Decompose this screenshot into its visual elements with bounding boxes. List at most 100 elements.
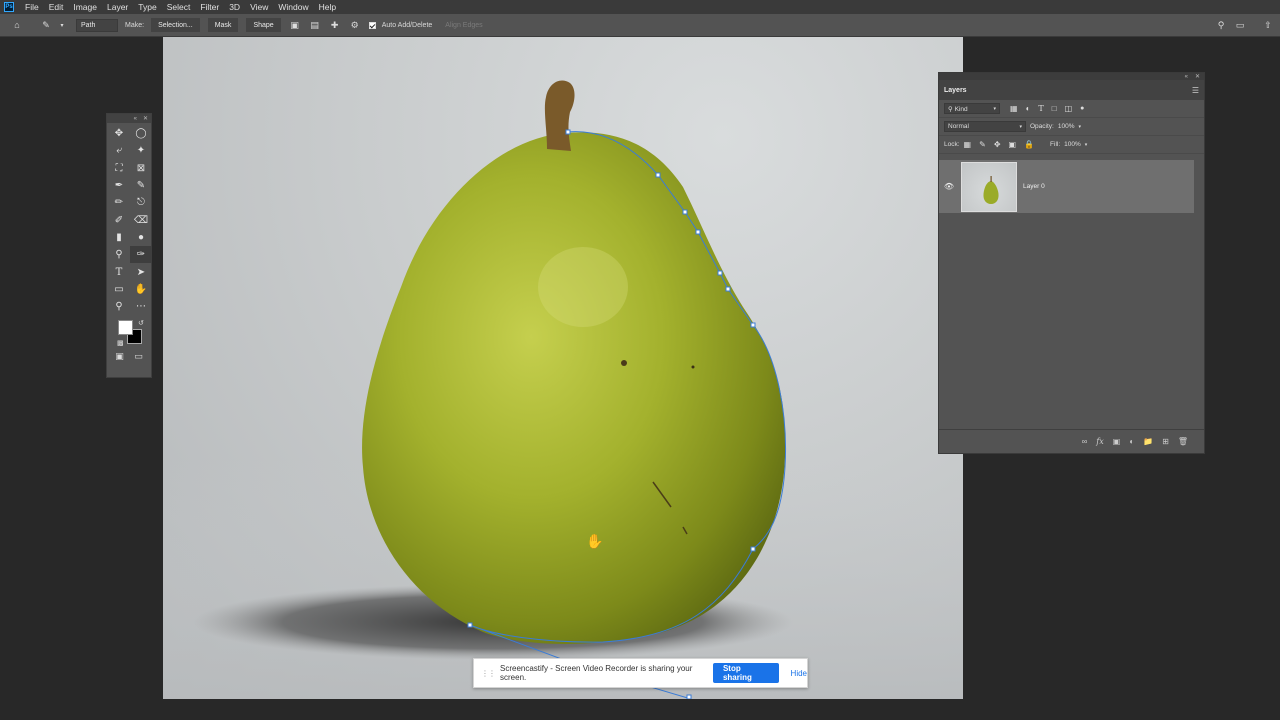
- filter-type-icon[interactable]: T: [1038, 104, 1043, 113]
- blend-mode-select[interactable]: Normal ▾: [944, 121, 1026, 132]
- pen-tool-icon[interactable]: ✎: [39, 18, 53, 32]
- chevron-down-icon[interactable]: ▾: [1078, 124, 1081, 130]
- layer-row[interactable]: 👁 Layer 0: [939, 160, 1194, 213]
- menu-3d[interactable]: 3D: [224, 2, 245, 12]
- path-select-tool-icon[interactable]: ➤: [130, 263, 152, 280]
- panel-menu-icon[interactable]: ☰: [1192, 86, 1199, 95]
- path-arrangement-icon[interactable]: ✚: [328, 18, 342, 32]
- menu-select[interactable]: Select: [162, 2, 196, 12]
- menu-help[interactable]: Help: [314, 2, 341, 12]
- filter-smart-object-icon[interactable]: ◫: [1065, 104, 1073, 113]
- workspace-icon[interactable]: ▭: [1233, 18, 1247, 32]
- foreground-color-swatch[interactable]: [118, 320, 133, 336]
- lock-transparent-icon[interactable]: ▦: [964, 140, 972, 149]
- align-edges-label: Align Edges: [445, 21, 483, 29]
- filter-kind-select[interactable]: ⚲ Kind ▾: [944, 103, 1000, 114]
- chevron-down-icon[interactable]: ▾: [59, 18, 65, 32]
- new-layer-icon[interactable]: ⊞: [1162, 437, 1169, 446]
- zoom-tool-icon[interactable]: ⚲: [108, 298, 130, 315]
- rectangle-tool-icon[interactable]: ▭: [108, 281, 130, 298]
- menu-bar: Ps File Edit Image Layer Type Select Fil…: [0, 0, 1280, 14]
- layer-thumbnail: [961, 161, 1017, 212]
- gradient-tool-icon[interactable]: ▮: [108, 229, 130, 246]
- drag-handle-icon[interactable]: ⋮⋮: [481, 669, 496, 678]
- close-icon[interactable]: ✕: [1195, 73, 1200, 80]
- collapse-icon[interactable]: «: [134, 116, 137, 122]
- make-mask-button[interactable]: Mask: [207, 18, 239, 32]
- healing-brush-icon[interactable]: ✎: [130, 177, 152, 194]
- close-icon[interactable]: ✕: [143, 115, 148, 122]
- add-mask-icon[interactable]: ▣: [1113, 437, 1121, 446]
- link-layers-icon[interactable]: ∞: [1082, 437, 1088, 446]
- auto-add-delete-checkbox[interactable]: [368, 21, 376, 29]
- fill-value[interactable]: 100%: [1064, 141, 1081, 148]
- chevron-down-icon[interactable]: ▾: [1085, 142, 1088, 148]
- menu-type[interactable]: Type: [133, 2, 161, 12]
- menu-filter[interactable]: Filter: [195, 2, 224, 12]
- menu-layer[interactable]: Layer: [102, 2, 133, 12]
- lock-artboard-icon[interactable]: ▣: [1009, 140, 1017, 149]
- layer-name[interactable]: Layer 0: [1023, 183, 1045, 190]
- filter-shape-icon[interactable]: □: [1052, 104, 1057, 113]
- eyedropper-tool-icon[interactable]: ✒: [108, 177, 130, 194]
- screen-mode-icon[interactable]: ▭: [134, 351, 143, 362]
- document-canvas[interactable]: ✋: [163, 37, 963, 699]
- tab-layers[interactable]: Layers: [944, 87, 967, 94]
- lock-position-icon[interactable]: ✥: [994, 140, 1001, 149]
- visibility-eye-icon[interactable]: 👁: [939, 182, 959, 191]
- lock-fill-row: Lock: ▦ ✎ ✥ ▣ 🔒 Fill: 100% ▾: [939, 136, 1204, 154]
- home-icon[interactable]: ⌂: [10, 18, 24, 32]
- pen-mode-select[interactable]: Path: [76, 18, 118, 32]
- filter-adjustment-icon[interactable]: ◐: [1026, 104, 1031, 113]
- make-selection-button[interactable]: Selection...: [151, 18, 200, 32]
- pen-mode-value: Path: [81, 21, 96, 29]
- filter-pixel-icon[interactable]: ▦: [1010, 104, 1018, 113]
- opacity-value[interactable]: 100%: [1058, 123, 1075, 130]
- hand-tool-icon[interactable]: ✋: [130, 281, 152, 298]
- pear-body: [362, 132, 786, 645]
- quick-select-tool-icon[interactable]: ✦: [130, 142, 152, 159]
- photoshop-logo: Ps: [4, 2, 14, 12]
- swap-colors-icon[interactable]: ↺: [138, 319, 144, 327]
- type-tool-icon[interactable]: T: [108, 263, 130, 280]
- menu-edit[interactable]: Edit: [44, 2, 69, 12]
- adjustment-layer-icon[interactable]: ◐: [1129, 437, 1134, 446]
- layers-tab-bar: Layers ☰: [939, 80, 1204, 100]
- stop-sharing-button[interactable]: Stop sharing: [712, 663, 779, 683]
- menu-view[interactable]: View: [245, 2, 273, 12]
- menu-file[interactable]: File: [20, 2, 44, 12]
- layer-style-icon[interactable]: fx: [1096, 437, 1103, 446]
- blur-tool-icon[interactable]: ●: [130, 229, 152, 246]
- lasso-tool-icon[interactable]: ⤶: [108, 142, 130, 159]
- pen-tool-icon[interactable]: ✑: [130, 246, 152, 264]
- trash-icon[interactable]: 🗑: [1178, 437, 1188, 446]
- path-operations-icon[interactable]: ▣: [288, 18, 302, 32]
- marquee-tool-icon[interactable]: ◯: [130, 125, 152, 142]
- new-group-icon[interactable]: 📁: [1143, 437, 1153, 446]
- frame-tool-icon[interactable]: ⊠: [130, 160, 152, 177]
- opacity-label: Opacity:: [1030, 123, 1054, 130]
- gear-icon[interactable]: ⚙: [348, 18, 362, 32]
- crop-tool-icon[interactable]: ⛶: [108, 160, 130, 177]
- menu-window[interactable]: Window: [273, 2, 313, 12]
- move-tool-icon[interactable]: ✥: [108, 125, 130, 142]
- eraser-tool-icon[interactable]: ⌫: [130, 211, 152, 228]
- quick-mask-icon[interactable]: ▣: [115, 351, 124, 362]
- stamp-tool-icon[interactable]: ⎋: [130, 194, 152, 211]
- hide-button[interactable]: Hide: [791, 669, 807, 678]
- make-shape-button[interactable]: Shape: [246, 18, 281, 32]
- lock-image-icon[interactable]: ✎: [979, 140, 986, 149]
- lock-all-icon[interactable]: 🔒: [1024, 140, 1034, 149]
- collapse-icon[interactable]: «: [1185, 74, 1188, 80]
- filter-toggle-icon[interactable]: ●: [1080, 105, 1084, 112]
- default-colors-icon[interactable]: ▩: [117, 339, 124, 347]
- more-tools-icon[interactable]: ⋯: [130, 298, 152, 315]
- search-icon[interactable]: ⚲: [1214, 18, 1228, 32]
- brush-tool-icon[interactable]: ✏: [108, 194, 130, 211]
- fill-label: Fill:: [1050, 141, 1061, 148]
- menu-image[interactable]: Image: [68, 2, 102, 12]
- path-alignment-icon[interactable]: ▤: [308, 18, 322, 32]
- dodge-tool-icon[interactable]: ⚲: [108, 246, 130, 263]
- share-icon[interactable]: ⇧: [1261, 18, 1275, 32]
- history-brush-icon[interactable]: ✐: [108, 211, 130, 228]
